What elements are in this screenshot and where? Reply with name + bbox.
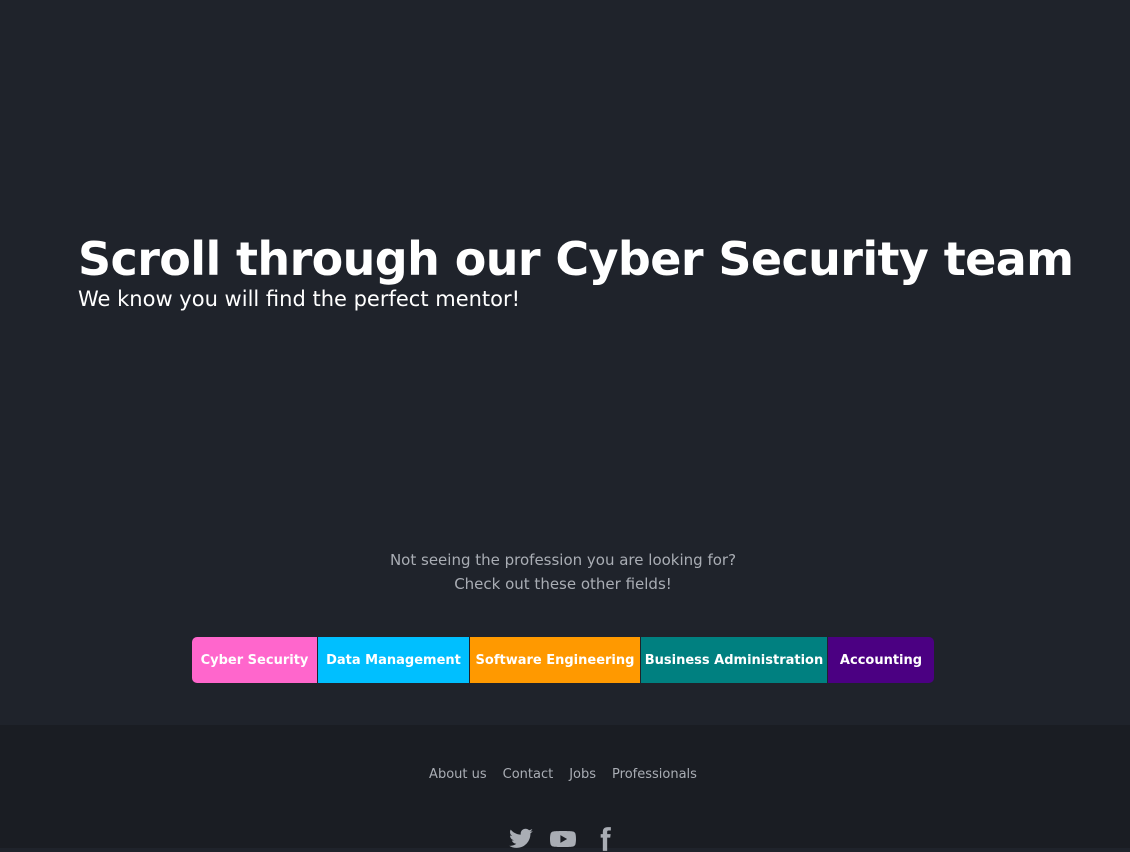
- hero: Scroll through our Cyber Security team W…: [78, 230, 1074, 312]
- twitter-icon[interactable]: [508, 826, 534, 852]
- field-button-software-engineering[interactable]: Software Engineering: [470, 637, 641, 683]
- page-subtitle: We know you will find the perfect mentor…: [78, 287, 521, 311]
- footer-link-professionals[interactable]: Professionals: [612, 766, 697, 784]
- field-button-accounting[interactable]: Accounting: [828, 637, 934, 683]
- facebook-icon[interactable]: [592, 826, 618, 852]
- footer-link-jobs[interactable]: Jobs: [569, 766, 596, 784]
- other-fields-prompt: Not seeing the profession you are lookin…: [0, 548, 1126, 596]
- field-button-cyber-security[interactable]: Cyber Security: [192, 637, 318, 683]
- page-title: Scroll through our Cyber Security team: [78, 232, 1074, 286]
- field-button-data-management[interactable]: Data Management: [318, 637, 470, 683]
- youtube-icon[interactable]: [550, 826, 576, 852]
- social-links: [0, 826, 1126, 852]
- field-button-business-administration[interactable]: Business Administration: [641, 637, 828, 683]
- field-button-group: Cyber Security Data Management Software …: [192, 637, 934, 683]
- other-fields-line-1: Not seeing the profession you are lookin…: [389, 551, 737, 569]
- footer-nav: About us Contact Jobs Professionals: [0, 766, 1126, 784]
- footer-link-about-us[interactable]: About us: [429, 766, 487, 784]
- main-section: Scroll through our Cyber Security team W…: [0, 0, 1130, 725]
- footer-link-contact[interactable]: Contact: [503, 766, 554, 784]
- other-fields-line-2: Check out these other fields!: [454, 575, 672, 593]
